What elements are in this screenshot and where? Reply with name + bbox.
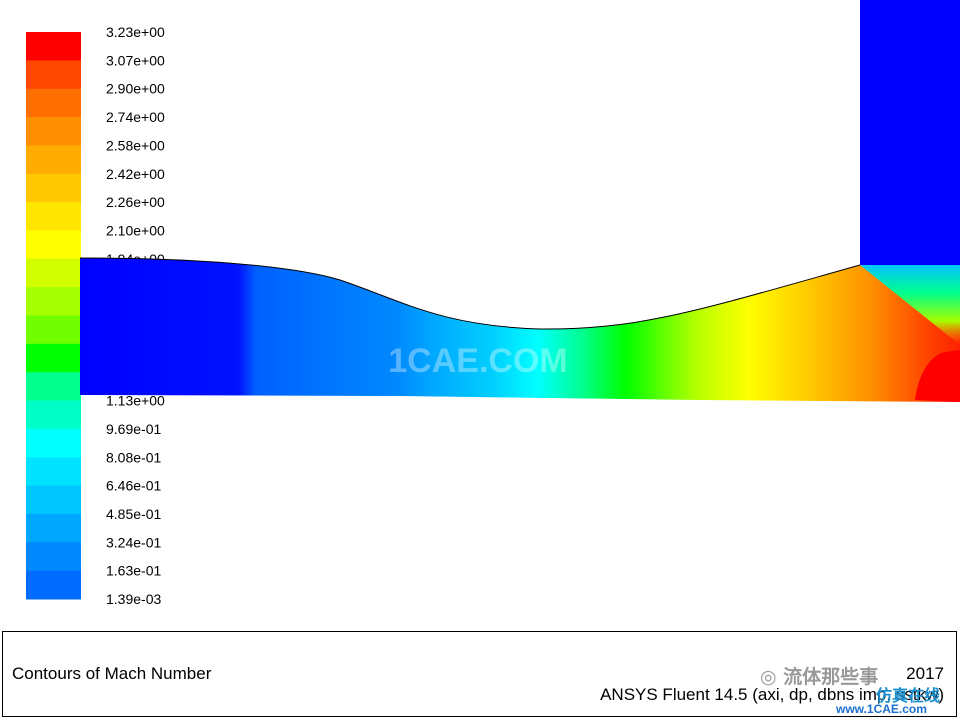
colorbar-swatch	[26, 513, 81, 543]
colorbar-label: 8.08e-01	[106, 449, 161, 465]
wechat-watermark: ◎ 流体那些事	[760, 662, 878, 689]
nozzle-domain	[80, 258, 960, 402]
colorbar-swatch	[26, 570, 81, 600]
colorbar-swatch	[26, 60, 81, 90]
colorbar-swatch	[26, 145, 81, 175]
colorbar-label: 2.90e+00	[106, 81, 165, 97]
colorbar-swatch	[26, 88, 81, 118]
contour-plot: 3.23e+00 3.07e+00 2.90e+00 2.74e+00 2.58e+00…	[26, 0, 960, 607]
colorbar-label: 3.23e+00	[106, 24, 165, 40]
ambient-region	[860, 0, 960, 265]
colorbar-swatch	[26, 173, 81, 203]
colorbar-swatch	[26, 287, 81, 316]
colorbar-swatch	[26, 542, 81, 572]
colorbar-label: 1.63e-01	[106, 563, 161, 579]
colorbar-swatch	[26, 230, 81, 260]
colorbar-label: 2.10e+00	[106, 222, 165, 238]
colorbar-swatch	[26, 485, 81, 515]
colorbar-swatch	[26, 315, 81, 345]
colorbar-swatch	[26, 372, 81, 402]
colorbar-swatch	[26, 400, 81, 430]
colorbar-label: 2.58e+00	[106, 137, 165, 153]
colorbar-label: 4.85e-01	[106, 506, 161, 522]
wechat-watermark-text: 流体那些事	[783, 666, 879, 688]
wechat-icon: ◎	[760, 666, 777, 688]
colorbar-label: 9.69e-01	[106, 421, 161, 437]
plot-date: 2017	[906, 664, 944, 683]
colorbar-swatch	[26, 202, 81, 231]
plot-watermark: 1CAE.COM	[388, 342, 567, 380]
colorbar-label: 3.24e-01	[106, 534, 161, 550]
colorbar-swatch	[26, 457, 81, 487]
colorbar-swatch	[26, 258, 81, 288]
colorbar-label: 2.26e+00	[106, 194, 165, 210]
colorbar-swatch	[26, 428, 81, 458]
plot-title: Contours of Mach Number	[12, 664, 212, 683]
colorbar-swatch	[26, 32, 81, 61]
colorbar-swatch	[26, 343, 81, 373]
colorbar-label: 1.39e-03	[106, 591, 161, 607]
colorbar-label: 2.42e+00	[106, 166, 165, 182]
colorbar-label: 2.74e+00	[106, 109, 165, 125]
colorbar-label: 6.46e-01	[106, 478, 161, 494]
site-watermark: www.1CAE.com	[836, 702, 927, 716]
colorbar-label: 3.07e+00	[106, 52, 165, 68]
colorbar-swatch	[26, 117, 81, 146]
